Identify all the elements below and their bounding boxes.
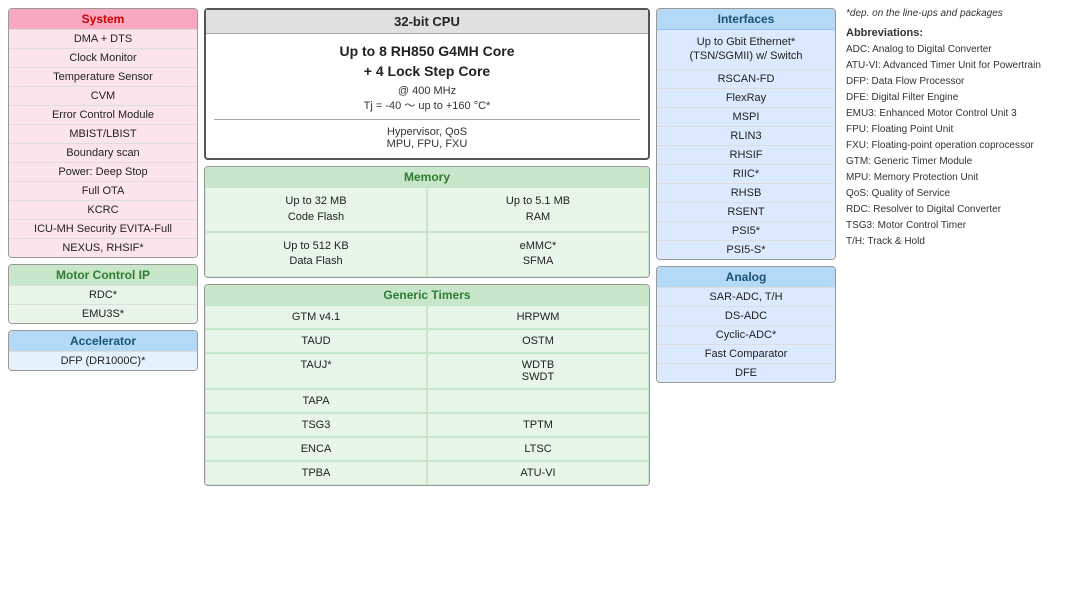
abbreviation-item: DFP: Data Flow Processor (846, 74, 1072, 89)
interface-item: RSCAN-FD (657, 69, 835, 88)
system-item: Temperature Sensor (9, 67, 197, 86)
timer-cell: LTSC (427, 437, 649, 461)
accel-item: DFP (DR1000C)* (9, 351, 197, 370)
timer-cell: ATU-VI (427, 461, 649, 485)
analog-section: Analog SAR-ADC, T/HDS-ADCCyclic-ADC*Fast… (656, 266, 836, 383)
timer-cell: TPTM (427, 413, 649, 437)
interface-item: PSI5-S* (657, 240, 835, 259)
interface-item: MSPI (657, 107, 835, 126)
cpu-content: Up to 8 RH850 G4MH Core+ 4 Lock Step Cor… (206, 34, 648, 158)
abbreviation-item: QoS: Quality of Service (846, 186, 1072, 201)
timer-cell: WDTBSWDT (427, 353, 649, 389)
interface-item: FlexRay (657, 88, 835, 107)
abbreviation-item: EMU3: Enhanced Motor Control Unit 3 (846, 106, 1072, 121)
middle-column: 32-bit CPU Up to 8 RH850 G4MH Core+ 4 Lo… (204, 8, 650, 486)
analog-items: SAR-ADC, T/HDS-ADCCyclic-ADC*Fast Compar… (657, 287, 835, 382)
dep-note: *dep. on the line-ups and packages (846, 8, 1072, 19)
abbreviation-item: FXU: Floating-point operation coprocesso… (846, 138, 1072, 153)
system-item: Clock Monitor (9, 48, 197, 67)
system-item: DMA + DTS (9, 29, 197, 48)
analog-item: DFE (657, 363, 835, 382)
cpu-section: 32-bit CPU Up to 8 RH850 G4MH Core+ 4 Lo… (204, 8, 650, 160)
abbrev-title: Abbreviations: (846, 27, 1072, 39)
timers-header: Generic Timers (205, 285, 649, 305)
abbreviation-item: FPU: Floating Point Unit (846, 122, 1072, 137)
system-item: CVM (9, 86, 197, 105)
interfaces-header: Interfaces (657, 9, 835, 29)
timers-section: Generic Timers GTM v4.1HRPWMTAUDOSTMTAUJ… (204, 284, 650, 486)
motor-item: EMU3S* (9, 304, 197, 323)
timer-cell: GTM v4.1 (205, 305, 427, 329)
timer-cell: OSTM (427, 329, 649, 353)
cpu-freq: @ 400 MHz Tj = -40 ～ up to +160 °C* (214, 85, 640, 113)
timer-cell: TAUD (205, 329, 427, 353)
cpu-main-text: Up to 8 RH850 G4MH Core+ 4 Lock Step Cor… (214, 42, 640, 81)
interface-item: RHSB (657, 183, 835, 202)
memory-cell-3: Up to 512 KBData Flash (205, 232, 427, 277)
abbreviation-item: DFE: Digital Filter Engine (846, 90, 1072, 105)
accelerator-header: Accelerator (9, 331, 197, 351)
interfaces-section: Interfaces Up to Gbit Ethernet*(TSN/SGMI… (656, 8, 836, 260)
abbreviation-item: MPU: Memory Protection Unit (846, 170, 1072, 185)
memory-cell-1: Up to 32 MBCode Flash (205, 187, 427, 232)
abbreviation-item: T/H: Track & Hold (846, 234, 1072, 249)
abbreviation-item: TSG3: Motor Control Timer (846, 218, 1072, 233)
abbreviation-item: GTM: Generic Timer Module (846, 154, 1072, 169)
cpu-title: 32-bit CPU (206, 10, 648, 34)
timer-cell: TAPA (205, 389, 427, 413)
system-item: Power: Deep Stop (9, 162, 197, 181)
accel-items: DFP (DR1000C)* (9, 351, 197, 370)
accelerator-section: Accelerator DFP (DR1000C)* (8, 330, 198, 371)
memory-section: Memory Up to 32 MBCode Flash Up to 5.1 M… (204, 166, 650, 278)
abbreviation-item: ADC: Analog to Digital Converter (846, 42, 1072, 57)
timer-cell (427, 389, 649, 413)
left-column: System DMA + DTSClock MonitorTemperature… (8, 8, 198, 486)
system-item: Error Control Module (9, 105, 197, 124)
system-item: Boundary scan (9, 143, 197, 162)
motor-control-section: Motor Control IP RDC*EMU3S* (8, 264, 198, 324)
notes-column: *dep. on the line-ups and packages Abbre… (842, 8, 1072, 486)
abbreviation-item: ATU-VI: Advanced Timer Unit for Powertra… (846, 58, 1072, 73)
system-items: DMA + DTSClock MonitorTemperature Sensor… (9, 29, 197, 257)
analog-item: SAR-ADC, T/H (657, 287, 835, 306)
memory-grid: Up to 32 MBCode Flash Up to 5.1 MBRAM Up… (205, 187, 649, 277)
timer-cell: HRPWM (427, 305, 649, 329)
timer-cell: TAUJ* (205, 353, 427, 389)
analog-item: DS-ADC (657, 306, 835, 325)
interface-item: RSENT (657, 202, 835, 221)
cpu-features: Hypervisor, QoSMPU, FPU, FXU (214, 126, 640, 150)
memory-header: Memory (205, 167, 649, 187)
timer-cell: TPBA (205, 461, 427, 485)
interface-item: RHSIF (657, 145, 835, 164)
system-section: System DMA + DTSClock MonitorTemperature… (8, 8, 198, 258)
interface-item: RLIN3 (657, 126, 835, 145)
interfaces-top-item: Up to Gbit Ethernet*(TSN/SGMII) w/ Switc… (657, 29, 835, 69)
system-header: System (9, 9, 197, 29)
system-item: NEXUS, RHSIF* (9, 238, 197, 257)
system-item: KCRC (9, 200, 197, 219)
memory-cell-4: eMMC*SFMA (427, 232, 649, 277)
right-column: Interfaces Up to Gbit Ethernet*(TSN/SGMI… (656, 8, 836, 486)
timer-cell: TSG3 (205, 413, 427, 437)
memory-cell-2: Up to 5.1 MBRAM (427, 187, 649, 232)
timers-grid: GTM v4.1HRPWMTAUDOSTMTAUJ*WDTBSWDTTAPATS… (205, 305, 649, 485)
motor-items: RDC*EMU3S* (9, 285, 197, 323)
system-item: Full OTA (9, 181, 197, 200)
motor-control-header: Motor Control IP (9, 265, 197, 285)
analog-item: Fast Comparator (657, 344, 835, 363)
motor-item: RDC* (9, 285, 197, 304)
interface-item: RIIC* (657, 164, 835, 183)
analog-header: Analog (657, 267, 835, 287)
system-item: MBIST/LBIST (9, 124, 197, 143)
abbreviations: ADC: Analog to Digital ConverterATU-VI: … (846, 42, 1072, 249)
abbreviation-item: RDC: Resolver to Digital Converter (846, 202, 1072, 217)
interface-item: PSI5* (657, 221, 835, 240)
system-item: ICU-MH Security EVITA-Full (9, 219, 197, 238)
analog-item: Cyclic-ADC* (657, 325, 835, 344)
interfaces-items: RSCAN-FDFlexRayMSPIRLIN3RHSIFRIIC*RHSBRS… (657, 69, 835, 259)
timer-cell: ENCA (205, 437, 427, 461)
